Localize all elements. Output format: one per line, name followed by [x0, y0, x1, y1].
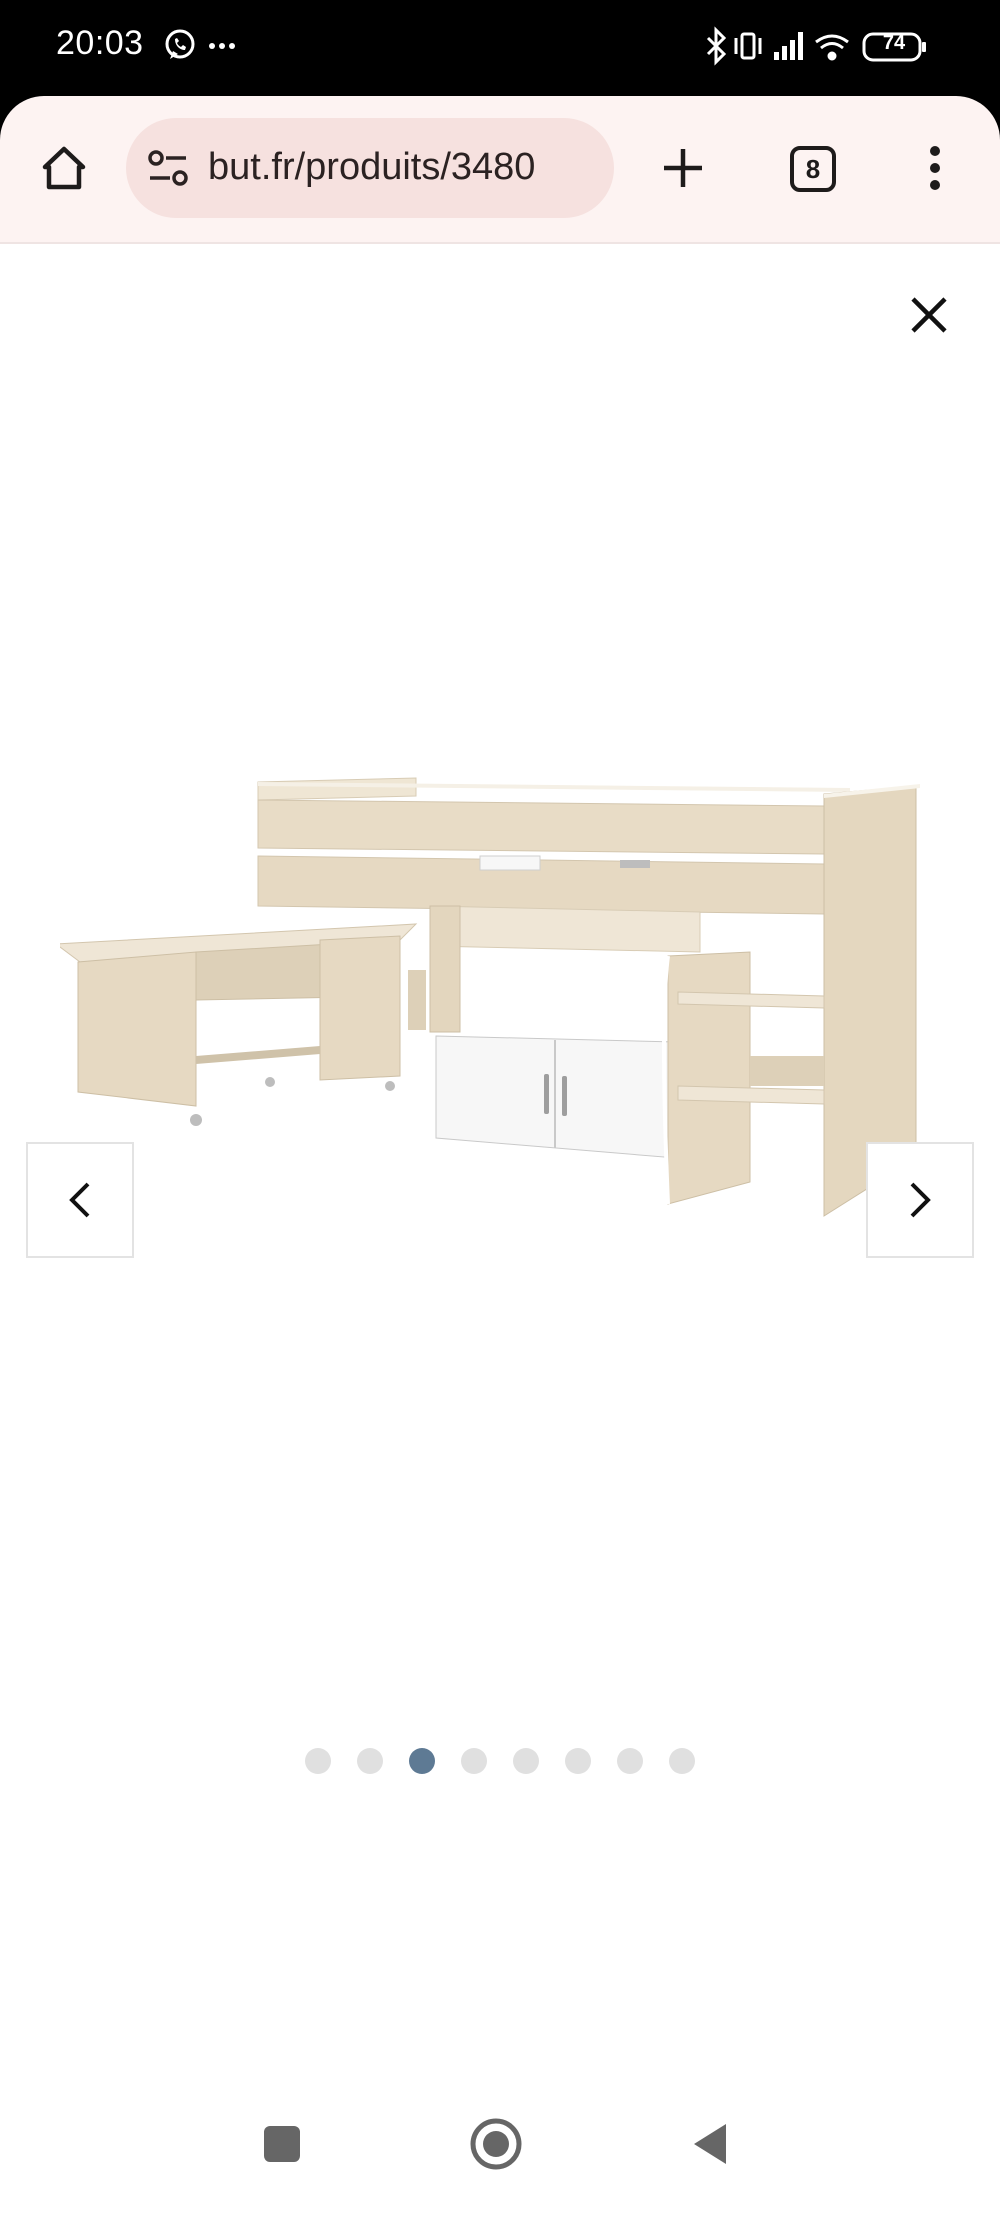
screen: 20:03 74 but.fr/produits/3480 8	[0, 0, 1000, 2222]
url-text: but.fr/produits/3480	[208, 146, 536, 188]
pagination-dot[interactable]	[461, 1748, 487, 1774]
pagination-dot[interactable]	[513, 1748, 539, 1774]
address-bar[interactable]: but.fr/produits/3480	[126, 118, 614, 218]
previous-image-button[interactable]	[26, 1142, 134, 1258]
home-icon	[42, 146, 86, 190]
pagination-dot[interactable]	[357, 1748, 383, 1774]
tabs-icon: 8	[790, 146, 836, 192]
site-settings-icon[interactable]	[146, 148, 190, 188]
back-triangle-icon	[694, 2124, 726, 2164]
back-button[interactable]	[670, 2114, 750, 2174]
wifi-icon	[815, 34, 849, 61]
home-button[interactable]	[28, 132, 100, 204]
product-image[interactable]	[60, 756, 940, 1256]
gallery-pagination	[0, 1748, 1000, 1776]
browser-menu-button[interactable]	[900, 132, 970, 204]
signal-icon	[774, 32, 803, 60]
battery-level: 74	[882, 32, 906, 54]
vibrate-icon	[734, 32, 762, 60]
status-time: 20:03	[56, 24, 144, 62]
pagination-dot[interactable]	[305, 1748, 331, 1774]
pagination-dot-active[interactable]	[409, 1748, 435, 1774]
more-vert-icon	[930, 146, 940, 190]
new-tab-button[interactable]	[648, 132, 718, 204]
status-right-icons: 74	[704, 26, 944, 66]
bluetooth-icon	[706, 26, 727, 66]
pagination-dot[interactable]	[669, 1748, 695, 1774]
image-gallery	[0, 246, 1000, 2066]
home-circle-icon	[470, 2118, 522, 2170]
chevron-right-icon	[910, 1182, 931, 1218]
close-gallery-button[interactable]	[894, 280, 964, 350]
tab-count: 8	[805, 153, 821, 184]
status-left-icons	[162, 26, 242, 71]
system-navigation-bar	[0, 2066, 1000, 2222]
whatsapp-icon	[165, 29, 195, 59]
browser-toolbar: but.fr/produits/3480 8	[0, 96, 1000, 244]
status-bar: 20:03 74	[0, 0, 1000, 96]
chevron-left-icon	[69, 1182, 90, 1218]
more-dots-icon	[209, 43, 235, 49]
plus-icon	[664, 149, 702, 187]
home-nav-button[interactable]	[456, 2114, 536, 2174]
recents-icon	[264, 2126, 300, 2162]
close-icon	[911, 297, 947, 333]
next-image-button[interactable]	[866, 1142, 974, 1258]
pagination-dot[interactable]	[617, 1748, 643, 1774]
tab-switcher-button[interactable]: 8	[776, 134, 850, 204]
recents-button[interactable]	[242, 2114, 322, 2174]
pagination-dot[interactable]	[565, 1748, 591, 1774]
